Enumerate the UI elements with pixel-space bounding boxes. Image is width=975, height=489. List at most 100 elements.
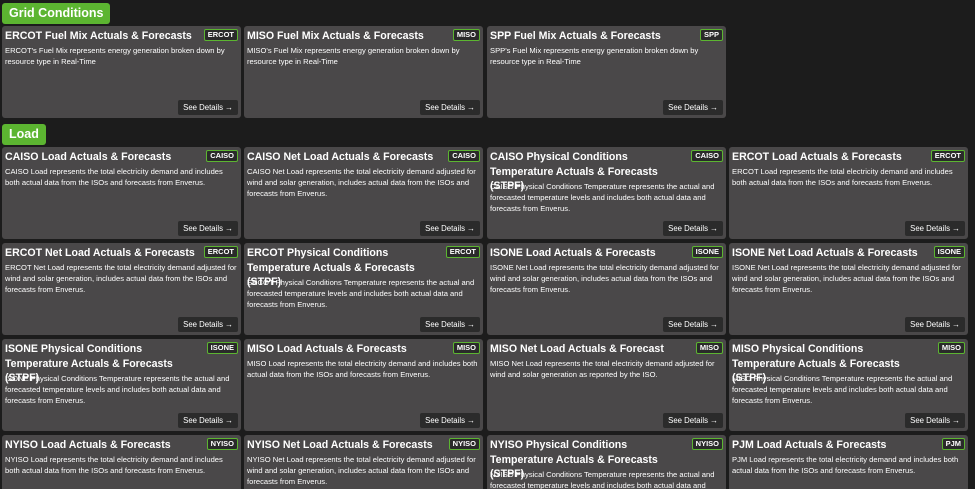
section-header-load: Load [2, 124, 46, 145]
detail-card: MISO Load Actuals & Forecasts MISO MISO Lo… [244, 339, 483, 431]
see-details-label: See Details [668, 103, 708, 112]
see-details-label: See Details [668, 224, 708, 233]
see-details-button[interactable]: See Details → [178, 100, 238, 115]
see-details-button[interactable]: See Details → [178, 317, 238, 332]
see-details-label: See Details [425, 416, 465, 425]
card-description: NYISO Net Load represents the total elec… [247, 455, 476, 486]
card-title: CAISO Net Load Actuals & Forecasts [247, 151, 434, 163]
iso-badge: MISO [937, 342, 965, 354]
detail-card: CAISO Net Load Actuals & Forecasts CAISO C… [244, 147, 483, 239]
card-title: ISONE Net Load Actuals & Forecasts [732, 247, 918, 259]
arrow-right-icon: → [952, 320, 960, 329]
see-details-button[interactable]: See Details → [420, 221, 480, 236]
see-details-label: See Details [183, 224, 223, 233]
see-details-button[interactable]: See Details → [663, 413, 723, 428]
card-description: MISO's Fuel Mix represents energy genera… [247, 46, 460, 66]
arrow-right-icon: → [952, 416, 960, 425]
arrow-right-icon: → [225, 416, 233, 425]
see-details-button[interactable]: See Details → [420, 413, 480, 428]
see-details-button[interactable]: See Details → [178, 221, 238, 236]
iso-badge: NYISO [691, 438, 723, 450]
card-title: ERCOT Net Load Actuals & Forecasts [5, 247, 195, 259]
section-header-grid-conditions: Grid Conditions [2, 3, 111, 24]
detail-card: ERCOT Fuel Mix Actuals & Forecasts ERCOT E… [2, 26, 241, 118]
arrow-right-icon: → [225, 103, 233, 112]
iso-badge: CAISO [448, 150, 480, 162]
see-details-button[interactable]: See Details → [420, 317, 480, 332]
iso-badge: MISO [452, 29, 480, 41]
see-details-label: See Details [668, 320, 708, 329]
see-details-label: See Details [910, 224, 950, 233]
detail-card: SPP Fuel Mix Actuals & Forecasts SPP SPP's… [487, 26, 726, 118]
card-title: NYISO Load Actuals & Forecasts [5, 439, 171, 451]
detail-card: ISONE Physical Conditions Temperature Ac… [2, 339, 241, 431]
iso-badge: SPP [699, 29, 723, 41]
card-description: MISO Physical Conditions Temperature rep… [732, 374, 953, 405]
card-title: PJM Load Actuals & Forecasts [732, 439, 887, 451]
see-details-button[interactable]: See Details → [663, 100, 723, 115]
detail-card: MISO Fuel Mix Actuals & Forecasts MISO MIS… [244, 26, 483, 118]
detail-card: ERCOT Load Actuals & Forecasts ERCOT ERCOT… [729, 147, 968, 239]
card-description: ISONE Net Load represents the total elec… [490, 263, 719, 294]
arrow-right-icon: → [710, 103, 718, 112]
card-title: SPP Fuel Mix Actuals & Forecasts [490, 30, 661, 42]
card-description: ISONE Net Load represents the total elec… [732, 263, 961, 294]
detail-card: ERCOT Physical Conditions Temperature Ac… [244, 243, 483, 335]
card-title: NYISO Net Load Actuals & Forecasts [247, 439, 433, 451]
iso-badge: ERCOT [203, 29, 238, 41]
card-title: MISO Load Actuals & Forecasts [247, 343, 407, 355]
detail-card: ERCOT Net Load Actuals & Forecasts ERCOT E… [2, 243, 241, 335]
arrow-right-icon: → [467, 103, 475, 112]
detail-card: CAISO Load Actuals & Forecasts CAISO CAISO… [2, 147, 241, 239]
see-details-button[interactable]: See Details → [905, 413, 965, 428]
detail-card: ISONE Load Actuals & Forecasts ISONE ISONE… [487, 243, 726, 335]
iso-badge: ISONE [206, 342, 238, 354]
card-title: CAISO Load Actuals & Forecasts [5, 151, 172, 163]
card-title: MISO Net Load Actuals & Forecast [490, 343, 664, 355]
arrow-right-icon: → [710, 416, 718, 425]
arrow-right-icon: → [225, 320, 233, 329]
arrow-right-icon: → [952, 224, 960, 233]
card-description: ERCOT Load represents the total electric… [732, 167, 953, 187]
iso-badge: MISO [452, 342, 480, 354]
card-description: SPP's Fuel Mix represents energy generat… [490, 46, 699, 66]
arrow-right-icon: → [225, 224, 233, 233]
detail-card: CAISO Physical Conditions Temperature Ac… [487, 147, 726, 239]
card-description: MISO Load represents the total electrici… [247, 359, 478, 379]
iso-badge: ISONE [933, 246, 965, 258]
card-description: PJM Load represents the total electricit… [732, 455, 959, 475]
see-details-button[interactable]: See Details → [178, 413, 238, 428]
see-details-button[interactable]: See Details → [420, 100, 480, 115]
detail-card: NYISO Net Load Actuals & Forecasts NYISO N… [244, 435, 483, 489]
iso-badge: CAISO [691, 150, 723, 162]
arrow-right-icon: → [710, 320, 718, 329]
detail-card: MISO Physical Conditions Temperature Act… [729, 339, 968, 431]
detail-card: NYISO Load Actuals & Forecasts NYISO NYISO… [2, 435, 241, 489]
iso-badge: ERCOT [930, 150, 965, 162]
see-details-button[interactable]: See Details → [663, 317, 723, 332]
card-title: ISONE Load Actuals & Forecasts [490, 247, 656, 259]
detail-card: NYISO Physical Conditions Temperature Ac… [487, 435, 726, 489]
card-description: MISO Net Load represents the total elect… [490, 359, 715, 379]
iso-badge: PJM [941, 438, 965, 450]
see-details-label: See Details [183, 416, 223, 425]
see-details-label: See Details [183, 103, 223, 112]
card-description: CAISO Net Load represents the total elec… [247, 167, 476, 198]
card-title: ERCOT Fuel Mix Actuals & Forecasts [5, 30, 192, 42]
see-details-label: See Details [910, 320, 950, 329]
card-description: NYISO Load represents the total electric… [5, 455, 223, 475]
see-details-label: See Details [425, 320, 465, 329]
see-details-label: See Details [425, 224, 465, 233]
iso-badge: CAISO [206, 150, 238, 162]
see-details-button[interactable]: See Details → [663, 221, 723, 236]
arrow-right-icon: → [467, 416, 475, 425]
card-description: ISONE Physical Conditions Temperature re… [5, 374, 230, 405]
card-description: CAISO Load represents the total electric… [5, 167, 223, 187]
card-description: ERCOT's Fuel Mix represents energy gener… [5, 46, 225, 66]
see-details-button[interactable]: See Details → [905, 221, 965, 236]
iso-badge: ISONE [691, 246, 723, 258]
card-description: ERCOT Physical Conditions Temperature re… [247, 278, 475, 309]
iso-badge: ERCOT [445, 246, 480, 258]
see-details-button[interactable]: See Details → [905, 317, 965, 332]
arrow-right-icon: → [467, 224, 475, 233]
